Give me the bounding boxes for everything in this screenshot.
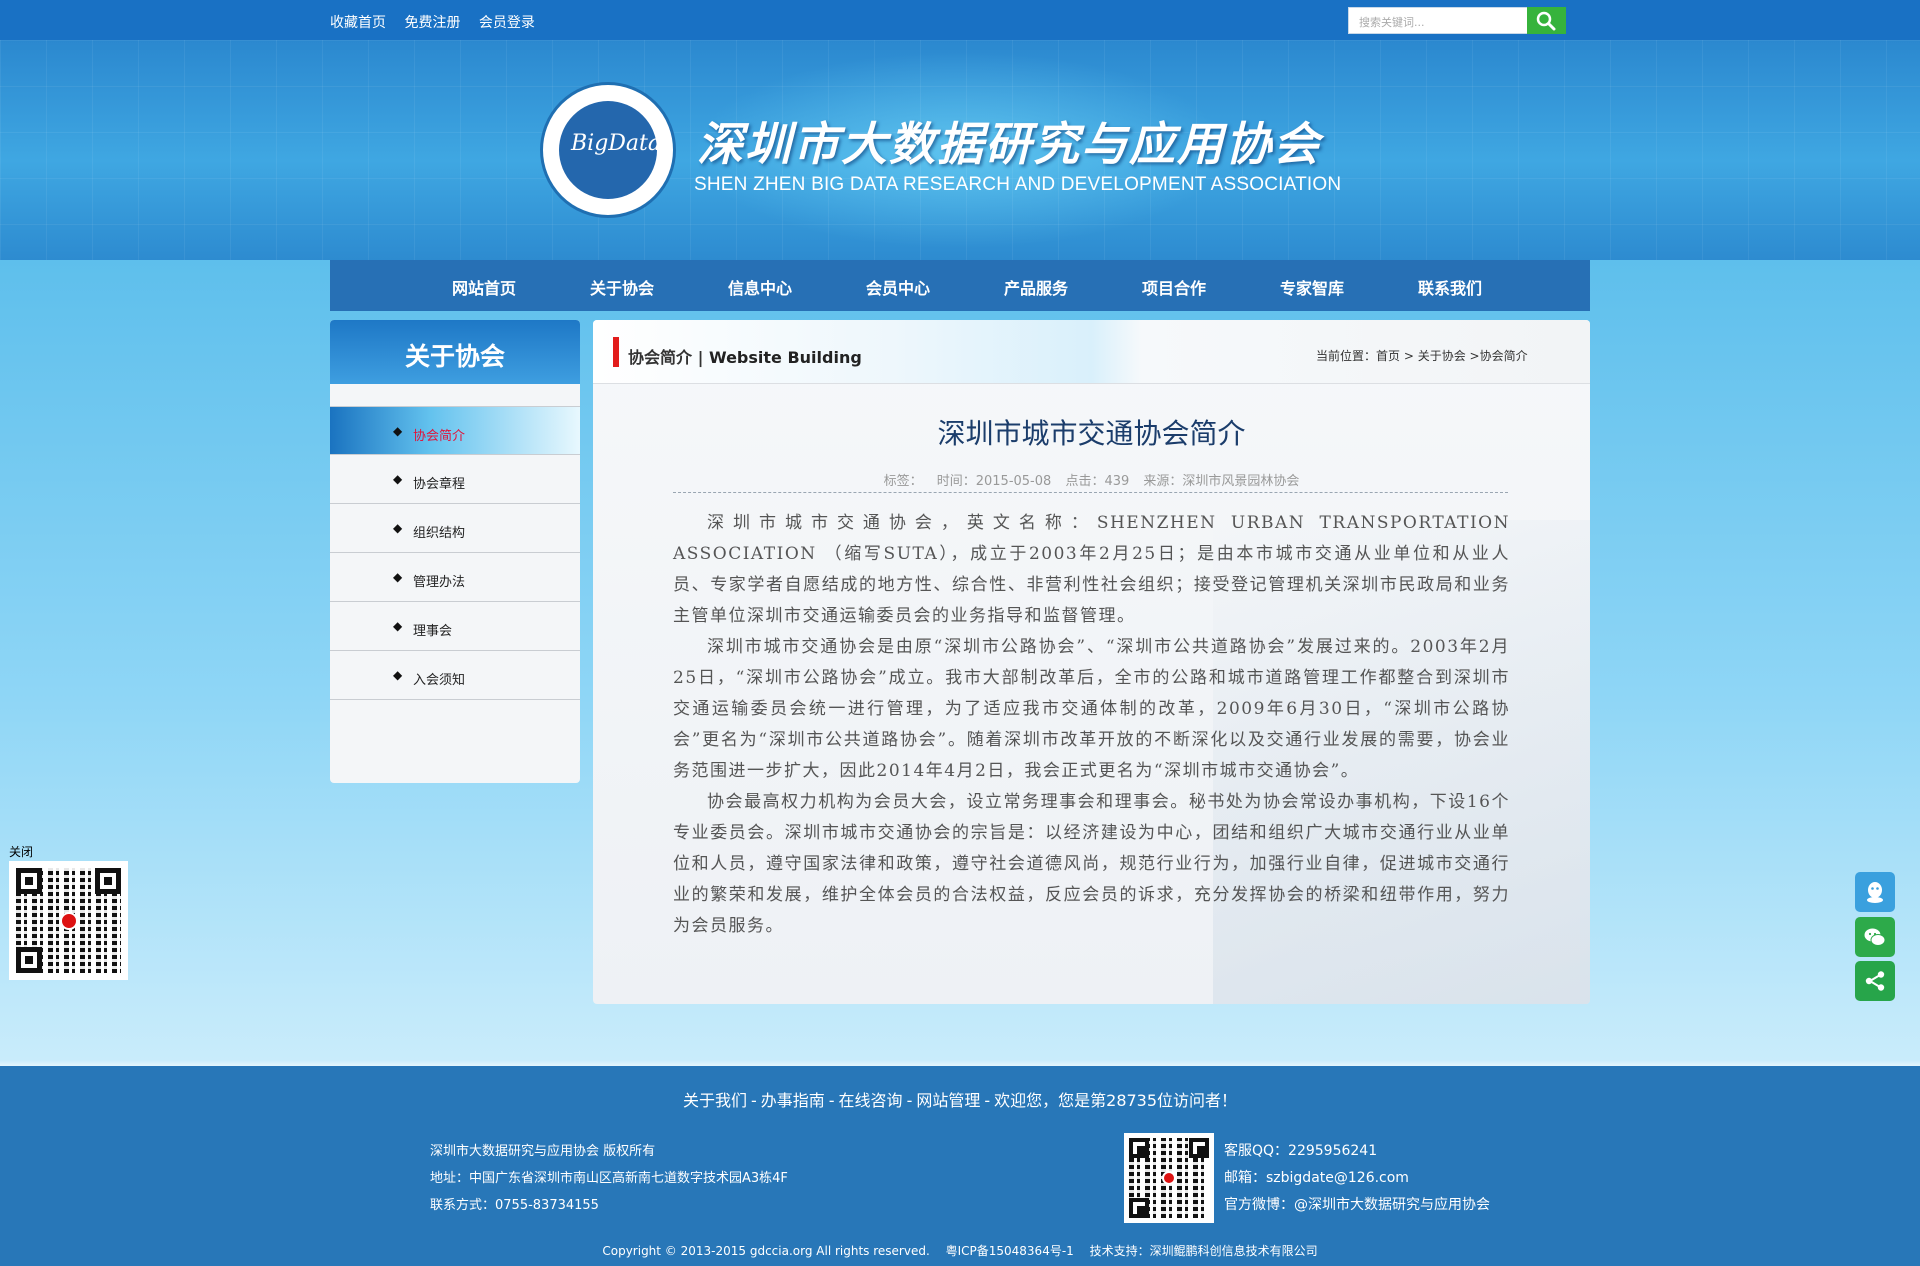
diamond-bullet-icon: ◆ [393, 521, 403, 535]
meta-tags: 标签： [883, 474, 923, 489]
sidebar-item-charter[interactable]: ◆ 协会章程 [330, 455, 580, 504]
meta-source: 来源：深圳市风景园林协会 [1143, 474, 1300, 489]
copyright-line: Copyright © 2013-2015 gdccia.org All rig… [0, 1242, 1920, 1259]
footer-link-consult[interactable]: 在线咨询 [839, 1091, 903, 1110]
wechat-button[interactable] [1855, 917, 1895, 957]
sidebar-item-label: 组织结构 [413, 526, 466, 541]
qq-button[interactable] [1855, 872, 1895, 912]
bookmark-link[interactable]: 收藏首页 [330, 15, 386, 31]
meta-date: 时间：2015-05-08 [936, 474, 1052, 489]
wechat-icon [1864, 928, 1886, 946]
section-title: 协会简介 | Website Building [628, 348, 862, 367]
top-links: 收藏首页 免费注册 会员登录 [330, 12, 549, 32]
article-paragraph: 协会最高权力机构为会员大会，设立常务理事会和理事会。秘书处为协会常设办事机构，下… [673, 792, 1510, 936]
sidebar-item-label: 协会章程 [413, 477, 466, 492]
sidebar-item-label: 理事会 [413, 624, 453, 639]
search-bar: 搜索关键词... [1348, 7, 1566, 34]
share-button[interactable] [1855, 961, 1895, 1001]
logo-text: BigData [571, 131, 661, 156]
diamond-bullet-icon: ◆ [393, 619, 403, 633]
site-title: 深圳市大数据研究与应用协会 [697, 117, 1321, 171]
sidebar-item-council[interactable]: ◆ 理事会 [330, 602, 580, 651]
copyright-text: Copyright © 2013-2015 gdccia.org All rig… [602, 1244, 930, 1258]
breadcrumb-current[interactable]: 协会简介 [1480, 349, 1528, 363]
register-link[interactable]: 免费注册 [404, 15, 460, 31]
sidebar-item-label: 入会须知 [413, 673, 466, 688]
header-banner: BigData 深圳市大数据研究与应用协会 SHEN ZHEN BIG DATA… [0, 40, 1920, 260]
breadcrumb-about[interactable]: 关于协会 [1418, 349, 1466, 363]
search-icon [1536, 11, 1556, 31]
close-qr-button[interactable]: 关闭 [9, 843, 33, 860]
article-paragraph: 深圳市城市交通协会是由原“深圳市公路协会”、“深圳市公共道路协会”发展过来的。2… [673, 637, 1510, 781]
sidebar-item-structure[interactable]: ◆ 组织结构 [330, 504, 580, 553]
footer-address: 地址：中国广东省深圳市南山区高新南七道数字技术园A3栋4F [430, 1171, 788, 1186]
association-logo[interactable]: BigData [540, 82, 676, 218]
nav-item-projects[interactable]: 项目合作 [1105, 275, 1243, 299]
tech-support: 技术支持：深圳鲲鹏科创信息技术有限公司 [1089, 1244, 1318, 1258]
sidebar-item-intro[interactable]: ◆ 协会简介 [330, 406, 580, 455]
footer-link-guide[interactable]: 办事指南 [761, 1091, 825, 1110]
article-title: 深圳市城市交通协会简介 [937, 417, 1246, 450]
breadcrumb: 当前位置：首页 > 关于协会 >协会简介 [1316, 349, 1528, 363]
sidebar-item-rules[interactable]: ◆ 管理办法 [330, 553, 580, 602]
nav-item-experts[interactable]: 专家智库 [1243, 275, 1381, 299]
footer-weibo[interactable]: 官方微博：@深圳市大数据研究与应用协会 [1224, 1192, 1490, 1219]
diamond-bullet-icon: ◆ [393, 570, 403, 584]
nav-item-info[interactable]: 信息中心 [691, 275, 829, 299]
search-button[interactable] [1527, 7, 1566, 34]
section-marker [613, 337, 619, 367]
sidebar-item-label: 协会简介 [413, 429, 466, 444]
breadcrumb-home[interactable]: 首页 [1376, 349, 1400, 363]
meta-clicks: 点击：439 [1065, 474, 1130, 489]
sidebar-item-label: 管理办法 [413, 575, 466, 590]
footer-phone: 联系方式：0755-83734155 [430, 1198, 599, 1213]
footer-contact: 客服QQ：2295956241 邮箱：szbigdate@126.com 官方微… [1224, 1138, 1490, 1219]
diamond-bullet-icon: ◆ [393, 472, 403, 486]
main-content: 协会简介 | Website Building 当前位置：首页 > 关于协会 >… [593, 320, 1590, 1004]
footer-qq: 客服QQ：2295956241 [1224, 1143, 1378, 1159]
top-bar: 收藏首页 免费注册 会员登录 搜索关键词... [0, 0, 1920, 40]
article-body: 深圳市城市交通协会，英文名称：SHENZHEN URBAN TRANSPORTA… [673, 508, 1510, 942]
diamond-bullet-icon: ◆ [393, 668, 403, 682]
share-icon [1865, 971, 1885, 991]
sidebar-item-join[interactable]: ◆ 入会须知 [330, 651, 580, 700]
breadcrumb-prefix: 当前位置： [1316, 349, 1377, 363]
footer-owner: 深圳市大数据研究与应用协会 版权所有 [430, 1144, 656, 1159]
sidebar-title: 关于协会 [330, 320, 580, 384]
sidebar-menu: ◆ 协会简介 ◆ 协会章程 ◆ 组织结构 ◆ 管理办法 ◆ 理事会 ◆ 入会须知 [330, 406, 580, 700]
footer-email[interactable]: 邮箱：szbigdate@126.com [1224, 1165, 1490, 1192]
footer-qr-code [1124, 1133, 1214, 1223]
nav-item-about[interactable]: 关于协会 [553, 275, 691, 299]
nav-item-home[interactable]: 网站首页 [415, 275, 553, 299]
divider [673, 492, 1508, 493]
footer-links: 关于我们 - 办事指南 - 在线咨询 - 网站管理 - 欢迎您，您是第28735位访问者！ [682, 1091, 1238, 1110]
qq-icon [1867, 882, 1883, 903]
section-title-en: Website Building [709, 348, 862, 367]
footer-link-admin[interactable]: 网站管理 [916, 1091, 980, 1110]
visitor-count: 欢迎您，您是第28735位访问者！ [994, 1091, 1238, 1110]
nav-item-products[interactable]: 产品服务 [967, 275, 1105, 299]
section-header: 协会简介 | Website Building 当前位置：首页 > 关于协会 >… [593, 320, 1590, 384]
diamond-bullet-icon: ◆ [393, 424, 403, 438]
article-meta: 标签： 时间：2015-05-08 点击：439 来源：深圳市风景园林协会 [593, 470, 1590, 489]
main-nav: 网站首页 关于协会 信息中心 会员中心 产品服务 项目合作 专家智库 联系我们 [330, 260, 1590, 311]
sidebar: 关于协会 ◆ 协会简介 ◆ 协会章程 ◆ 组织结构 ◆ 管理办法 ◆ 理事会 ◆… [330, 320, 580, 783]
footer-info: 深圳市大数据研究与应用协会 版权所有 地址：中国广东省深圳市南山区高新南七道数字… [430, 1138, 788, 1219]
wechat-qr-code [9, 861, 128, 980]
icp-link[interactable]: 粤ICP备15048364号-1 [946, 1244, 1074, 1258]
site-subtitle: SHEN ZHEN BIG DATA RESEARCH AND DEVELOPM… [694, 174, 1342, 195]
article-paragraph: 深圳市城市交通协会，英文名称：SHENZHEN URBAN TRANSPORTA… [673, 513, 1510, 626]
nav-item-contact[interactable]: 联系我们 [1381, 275, 1519, 299]
footer: 关于我们 - 办事指南 - 在线咨询 - 网站管理 - 欢迎您，您是第28735位访问者！ 深圳… [0, 1066, 1920, 1266]
search-input[interactable]: 搜索关键词... [1348, 7, 1528, 34]
footer-link-about[interactable]: 关于我们 [683, 1091, 747, 1110]
login-link[interactable]: 会员登录 [479, 15, 535, 31]
nav-item-member[interactable]: 会员中心 [829, 275, 967, 299]
